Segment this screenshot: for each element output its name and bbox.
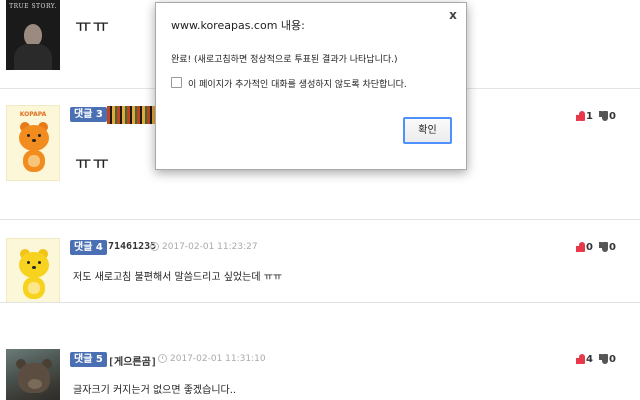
comment-4: 댓글 5 [게으른곰] 2017-02-01 11:31:10 글자크기 커지는… (0, 303, 640, 400)
dislike-count: 0 (609, 241, 616, 253)
dislike-button[interactable]: 0 (599, 352, 616, 366)
avatar-caption: KOPAPA (19, 111, 47, 118)
thumbs-down-icon (599, 354, 608, 364)
avatar[interactable] (6, 349, 60, 400)
comment-badge: 댓글 3 (70, 107, 107, 122)
comment-text: ㅠㅠ (75, 153, 111, 174)
block-dialogs-checkbox[interactable] (171, 77, 182, 88)
username[interactable]: [게으른곰] (108, 353, 157, 368)
thumbs-up-icon (576, 111, 585, 121)
thumbs-up-icon (576, 354, 585, 364)
dislike-count: 0 (609, 353, 616, 365)
comment-date: 2017-02-01 11:23:27 (162, 242, 258, 252)
thumbs-up-icon (576, 242, 585, 252)
block-dialogs-label[interactable]: 이 페이지가 추가적인 대화를 생성하지 않도록 차단합니다. (188, 77, 407, 90)
comment-date: 2017-02-01 11:31:10 (170, 354, 266, 364)
comment-text: 글자크기 커지는거 없으면 좋겠습니다.. (73, 385, 237, 396)
avatar[interactable] (6, 238, 60, 304)
username[interactable]: 71461235 (108, 241, 156, 252)
ok-button[interactable]: 확인 (403, 117, 452, 144)
comment-text: ㅠㅠ (75, 16, 111, 37)
bear-mascot-icon (17, 120, 51, 176)
comment-text: 저도 새로고침 불편해서 말씀드리고 싶었는데 ㅠㅠ (73, 272, 283, 283)
like-button[interactable]: 4 (576, 352, 593, 366)
avatar-caption: TRUE STORY. (9, 3, 57, 10)
thumbs-down-icon (599, 242, 608, 252)
like-count: 1 (586, 110, 593, 122)
dislike-count: 0 (609, 110, 616, 122)
avatar[interactable]: KOPAPA (6, 105, 60, 181)
avatar[interactable]: TRUE STORY. (6, 0, 60, 70)
like-count: 4 (586, 353, 593, 365)
dislike-button[interactable]: 0 (599, 240, 616, 254)
clock-icon (158, 354, 167, 363)
thumbs-down-icon (599, 111, 608, 121)
comment-3: 댓글 4 71461235 2017-02-01 11:23:27 저도 새로고… (0, 220, 640, 304)
comment-badge: 댓글 5 (70, 352, 107, 367)
bear-mascot-icon (17, 247, 51, 303)
like-button[interactable]: 1 (576, 109, 593, 123)
alert-dialog: www.koreapas.com 내용: x 완료! (새로고침하면 정상적으로… (155, 2, 467, 170)
like-button[interactable]: 0 (576, 240, 593, 254)
close-icon[interactable]: x (446, 7, 460, 23)
dialog-title: www.koreapas.com 내용: (171, 19, 305, 32)
attached-image[interactable] (107, 106, 157, 124)
clock-icon (150, 242, 159, 251)
like-count: 0 (586, 241, 593, 253)
dislike-button[interactable]: 0 (599, 109, 616, 123)
dialog-message: 완료! (새로고침하면 정상적으로 투표된 결과가 나타납니다.) (171, 55, 398, 65)
comment-badge: 댓글 4 (70, 240, 107, 255)
